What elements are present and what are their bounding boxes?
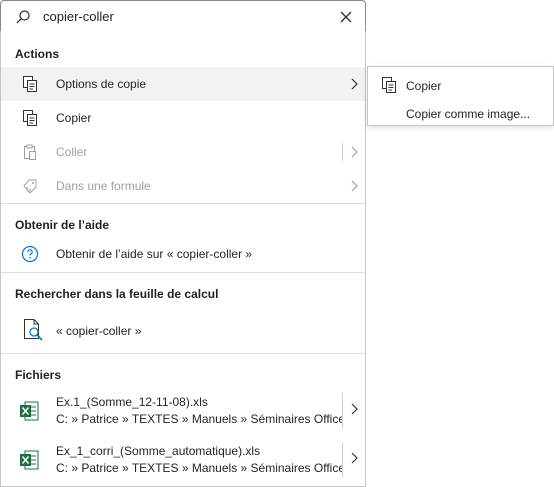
divider: [1, 272, 365, 273]
copy-options-icon: [21, 75, 39, 93]
chevron-right-icon: [349, 180, 359, 195]
copy-options-submenu: Copier Copier comme image...: [367, 66, 554, 126]
excel-icon: [19, 450, 39, 473]
search-results-panel: Actions Options de copie Copier Coller f…: [0, 31, 366, 487]
split-separator: [342, 442, 343, 478]
submenu-item-copy-as-image[interactable]: Copier comme image...: [368, 98, 553, 126]
action-label: Coller: [56, 145, 88, 159]
formula-icon: fx: [21, 177, 39, 195]
divider: [1, 203, 365, 204]
split-separator: [342, 393, 343, 429]
section-title-sheet-search: Rechercher dans la feuille de calcul: [15, 287, 219, 301]
copy-icon: [380, 76, 398, 97]
search-input[interactable]: copier-coller: [43, 9, 114, 24]
submenu-label: Copier comme image...: [406, 107, 531, 121]
action-copy[interactable]: Copier: [1, 101, 365, 135]
search-icon: [15, 9, 31, 28]
file-path: C: » Patrice » TEXTES » Manuels » Sémina…: [56, 461, 342, 475]
submenu-item-copy[interactable]: Copier: [368, 70, 553, 98]
document-search-icon: [21, 318, 45, 342]
section-title-actions: Actions: [15, 47, 60, 61]
help-icon: [21, 245, 39, 263]
file-path: C: » Patrice » TEXTES » Manuels » Sémina…: [56, 412, 342, 426]
file-row[interactable]: Ex_1_corri_(Somme_automatique).xls C: » …: [1, 436, 365, 484]
paste-icon: [21, 143, 39, 161]
action-label: Options de copie: [56, 77, 147, 91]
file-row[interactable]: Ex.1_(Somme_12-11-08).xls C: » Patrice »…: [1, 387, 365, 435]
sheet-search-label: « copier-coller »: [56, 324, 142, 338]
help-row[interactable]: Obtenir de l’aide sur « copier-coller »: [1, 237, 365, 271]
action-copy-options[interactable]: Options de copie: [1, 67, 365, 101]
section-title-files: Fichiers: [15, 368, 62, 382]
action-label: Copier: [56, 111, 92, 125]
action-in-formula: fx Dans une formule: [1, 169, 365, 203]
clear-search-icon[interactable]: [339, 10, 353, 27]
chevron-right-icon[interactable]: [349, 452, 359, 467]
submenu-label: Copier: [406, 79, 442, 93]
file-name: Ex_1_corri_(Somme_automatique).xls: [56, 444, 261, 458]
file-name: Ex.1_(Somme_12-11-08).xls: [56, 395, 208, 409]
action-paste: Coller: [1, 135, 365, 169]
chevron-right-icon: [349, 146, 359, 161]
sheet-search-row[interactable]: « copier-coller »: [1, 312, 365, 348]
svg-text:fx: fx: [26, 187, 32, 194]
search-box[interactable]: copier-coller: [0, 0, 366, 32]
copy-icon: [21, 109, 39, 127]
action-label: Dans une formule: [56, 179, 151, 193]
help-label: Obtenir de l’aide sur « copier-coller »: [56, 247, 253, 261]
split-separator: [342, 143, 343, 161]
chevron-right-icon: [349, 78, 359, 93]
divider: [1, 353, 365, 354]
chevron-right-icon[interactable]: [349, 403, 359, 418]
section-title-help: Obtenir de l’aide: [15, 218, 110, 232]
excel-icon: [19, 401, 39, 424]
